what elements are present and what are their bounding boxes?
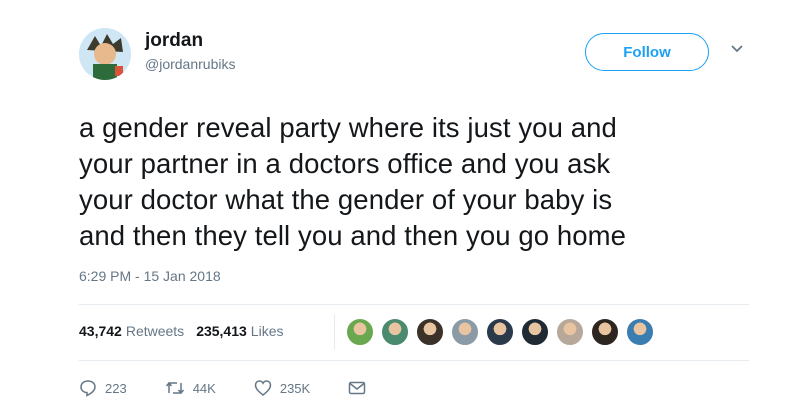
liker-avatar[interactable] (521, 318, 549, 346)
like-count: 235K (279, 380, 311, 396)
tweet-text: a gender reveal party where its just you… (79, 110, 769, 254)
avatar-image (79, 28, 131, 80)
reply-icon (80, 380, 96, 397)
tweet-timestamp[interactable]: 6:29 PM - 15 Jan 2018 (79, 268, 221, 284)
tweet-line: and then they tell you and then you go h… (79, 220, 627, 251)
liker-avatar[interactable] (556, 318, 584, 346)
heart-icon (254, 380, 272, 396)
retweets-label: Retweets (125, 323, 185, 339)
reply-button[interactable]: 223 (79, 379, 127, 397)
author-handle[interactable]: @jordanrubiks (145, 56, 235, 72)
direct-message-button[interactable] (348, 380, 374, 396)
retweet-button[interactable]: 44K (165, 379, 216, 397)
liker-avatar[interactable] (346, 318, 374, 346)
liker-avatar[interactable] (381, 318, 409, 346)
liker-avatars (346, 318, 661, 346)
tweet-line: your partner in a doctors office and you… (79, 148, 611, 179)
liker-avatar[interactable] (626, 318, 654, 346)
divider (79, 304, 749, 305)
retweet-count: 44K (192, 380, 216, 396)
liker-avatar[interactable] (416, 318, 444, 346)
divider (79, 360, 749, 361)
engagement-stats: 43,742 Retweets 235,413 Likes (79, 323, 283, 339)
likes-count: 235,413 (196, 323, 247, 339)
retweet-icon (165, 381, 184, 395)
avatar[interactable] (79, 28, 131, 80)
follow-button[interactable]: Follow (585, 33, 709, 71)
envelope-icon (348, 381, 366, 395)
tweet-line: a gender reveal party where its just you… (79, 112, 617, 143)
reply-count: 223 (105, 380, 127, 396)
author-name[interactable]: jordan (145, 30, 203, 52)
liker-avatar[interactable] (451, 318, 479, 346)
divider (334, 314, 335, 350)
retweets-count: 43,742 (79, 323, 122, 339)
likes-stat[interactable]: 235,413 Likes (196, 323, 283, 339)
tweet-line: your doctor what the gender of your baby… (79, 184, 613, 215)
chevron-down-icon[interactable] (730, 44, 744, 54)
retweets-stat[interactable]: 43,742 Retweets (79, 323, 184, 339)
like-button[interactable]: 235K (254, 379, 310, 397)
liker-avatar[interactable] (591, 318, 619, 346)
liker-avatar[interactable] (486, 318, 514, 346)
tweet-actions: 223 44K 235K (79, 379, 412, 397)
likes-label: Likes (250, 323, 284, 339)
